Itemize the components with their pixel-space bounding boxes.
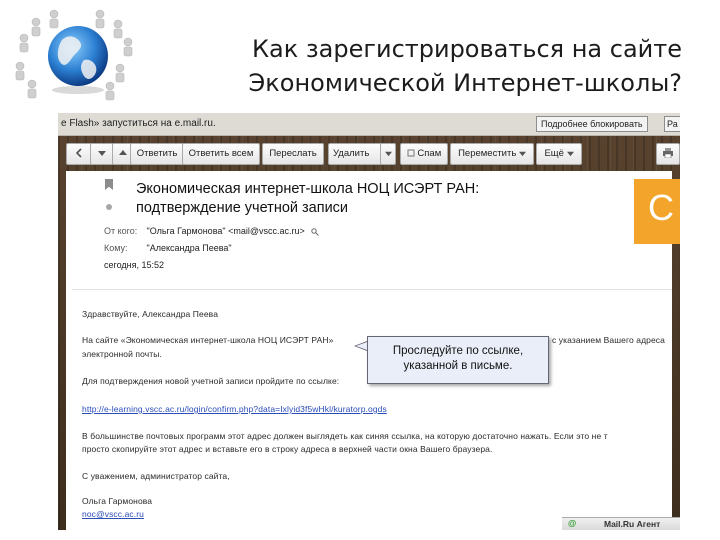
from-row: От кого: "Ольга Гармонова" <mail@vscc.ac… [104, 226, 320, 236]
signature-email[interactable]: noc@vscc.ac.ru [82, 509, 144, 519]
avatar-letter: С [648, 187, 674, 228]
signature-name: Ольга Гармонова [82, 496, 153, 506]
chevron-down-icon [566, 151, 574, 157]
delete-label: Удалить [333, 148, 370, 159]
mail-toolbar: Ответить Ответить всем Переслать Удалить… [66, 141, 680, 167]
unread-dot-icon[interactable] [106, 204, 112, 210]
arrow-left-icon [75, 148, 82, 159]
callout-box: Проследуйте по ссылке, указанной в письм… [367, 336, 549, 384]
delete-menu-button[interactable] [380, 143, 396, 165]
globe-people-logo [15, 9, 133, 101]
avatar-tile: С [634, 179, 680, 244]
agent-label: Mail.Ru Агент [604, 519, 661, 529]
subject-line-2: подтверждение учетной записи [136, 200, 349, 216]
from-label: От кого: [104, 226, 138, 236]
more-label: Ещё [544, 148, 564, 159]
callout-line-1: Проследуйте по ссылке, [392, 345, 524, 357]
chevron-down-icon [384, 151, 392, 157]
chevron-down-icon [518, 151, 526, 157]
chevron-up-icon [119, 150, 127, 156]
callout-line-2: указанной в письме. [403, 360, 513, 372]
reply-all-button[interactable]: Ответить всем [182, 143, 260, 165]
allow-flash-button[interactable]: Подробнее блокировать [536, 116, 648, 132]
body-greeting: Здравствуйте, Александра Пеева [82, 309, 219, 319]
confirm-link[interactable]: http://e-learning.vscc.ac.ru/login/confi… [82, 404, 387, 414]
email-screenshot: е Flash» запуститься на e.mail.ru. Подро… [58, 113, 680, 530]
spam-label: Спам [417, 148, 442, 159]
slide-title-line-1: Как зарегистрироваться на сайте [252, 35, 682, 63]
subject-line-1: Экономическая интернет-школа НОЦ ИСЭРТ Р… [136, 181, 480, 197]
body-regards: С уважением, администратор сайта, [82, 471, 230, 481]
to-row: Кому: "Александра Пеева" [104, 243, 232, 253]
print-button[interactable] [656, 143, 680, 165]
slide-title: Как зарегистрироваться на сайте Экономич… [130, 32, 682, 100]
email-subject: Экономическая интернет-школа НОЦ ИСЭРТ Р… [136, 180, 576, 218]
callout-tail-inner [356, 342, 367, 350]
back-button[interactable] [66, 143, 92, 165]
spam-button[interactable]: Спам [400, 143, 448, 165]
to-value[interactable]: "Александра Пеева" [147, 243, 232, 253]
reply-button[interactable]: Ответить [130, 143, 184, 165]
header-divider [72, 289, 672, 290]
flash-message: е Flash» запуститься на e.mail.ru. [61, 118, 216, 129]
delete-button[interactable]: Удалить [328, 143, 382, 165]
forward-button[interactable]: Переслать [262, 143, 324, 165]
move-label: Переместить [458, 148, 517, 159]
body-p3-line2: просто скопируйте этот адрес и вставьте … [82, 444, 493, 454]
move-button[interactable]: Переместить [450, 143, 534, 165]
body-p1-line2: электронной почты. [82, 349, 162, 359]
email-side-icons [102, 179, 116, 210]
body-p1-left: На сайте «Экономическая интернет-школа Н… [82, 335, 334, 345]
date-row: сегодня, 15:52 [104, 260, 164, 270]
to-label: Кому: [104, 243, 128, 253]
search-icon[interactable] [311, 227, 320, 236]
slide-title-line-2: Экономической Интернет-школы? [248, 69, 682, 97]
print-icon [663, 148, 673, 159]
mailru-agent-bar[interactable]: @ Mail.Ru Агент [562, 517, 680, 530]
body-p1-right: с указанием Вашего адреса [552, 335, 665, 345]
flash-extra-button[interactable]: Ра [664, 116, 680, 132]
flag-icon[interactable] [105, 179, 113, 190]
down-button[interactable] [90, 143, 114, 165]
chevron-down-icon [98, 151, 106, 157]
more-button[interactable]: Ещё [536, 143, 582, 165]
agent-icon: @ [568, 518, 577, 528]
spam-icon [407, 149, 415, 157]
body-p2: Для подтверждения новой учетной записи п… [82, 376, 340, 386]
flash-notification-bar: е Flash» запуститься на e.mail.ru. Подро… [58, 113, 680, 136]
body-p3-line1: В большинстве почтовых программ этот адр… [82, 431, 608, 441]
from-value[interactable]: "Ольга Гармонова" <mail@vscc.ac.ru> [147, 226, 305, 236]
date-value: сегодня, 15:52 [104, 260, 165, 270]
